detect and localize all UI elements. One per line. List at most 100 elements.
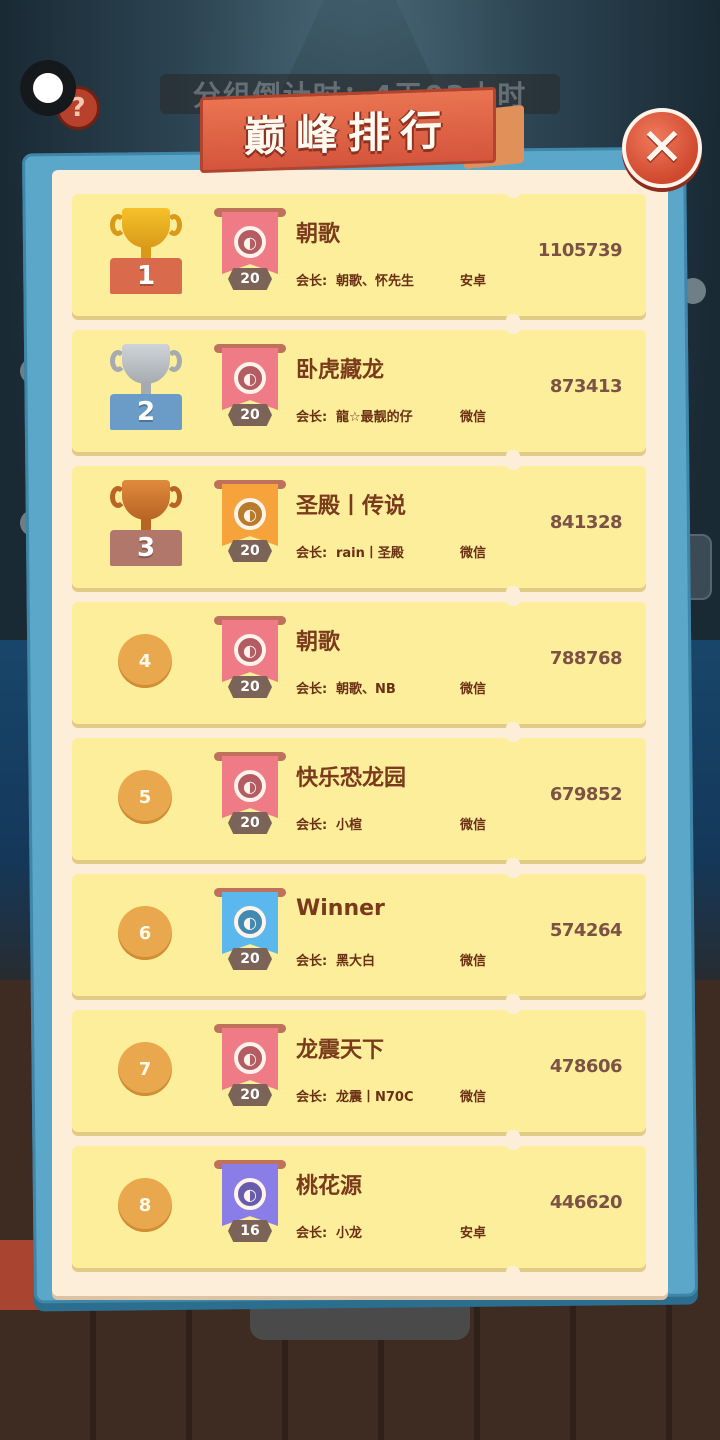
guild-banner-icon: ◐ 20 [214,208,286,300]
close-button[interactable]: ✕ [622,108,702,188]
title-ribbon: 巅峰排行 [200,86,524,174]
leader-name: 小龙 [336,1226,363,1241]
trophy-cup [122,344,170,384]
leader-name: 朝歌、NB [336,682,396,697]
trophy-icon: 1 [108,208,184,298]
platform-label: 微信 [460,818,487,833]
platform-label: 微信 [460,546,487,561]
guild-score: 841328 [549,512,623,533]
rank-number: 5 [118,770,172,824]
guild-score: 574264 [549,920,623,941]
ranking-row[interactable]: 4 ◐ 20 朝歌 会长: 朝歌、NB 微信 788768 [72,598,646,730]
moon-emblem-icon: ◐ [234,226,266,258]
platform-label: 微信 [460,410,487,425]
guild-level: 20 [228,948,272,970]
guild-name: Winner [296,896,385,921]
trophy-cup [122,208,170,248]
leader-name: 黑大白 [336,954,376,969]
row-notch [506,586,520,594]
guild-banner-icon: ◐ 20 [214,480,286,572]
guild-level: 20 [228,1084,272,1106]
guild-banner-icon: ◐ 20 [214,888,286,980]
ranking-row[interactable]: 7 ◐ 20 龙震天下 会长: 龙震丨N70C 微信 478606 [72,1006,646,1138]
row-notch [506,598,520,606]
ranking-row[interactable]: 5 ◐ 20 快乐恐龙园 会长: 小楦 微信 679852 [72,734,646,866]
row-notch [506,190,520,198]
moon-emblem-icon: ◐ [234,634,266,666]
background-bottom-button [250,1300,470,1340]
row-notch [506,722,520,730]
ranking-row[interactable]: 1 ◐ 20 朝歌 会长: 朝歌、怀先生 安卓 1105739 [72,190,646,322]
guild-name: 快乐恐龙园 [296,766,407,791]
page-title: 巅峰排行 [243,104,452,162]
guild-score: 478606 [549,1056,623,1077]
leader-label: 会长: [296,410,328,425]
guild-name: 卧虎藏龙 [296,358,385,383]
floating-toggle-button[interactable] [20,60,76,116]
moon-emblem-icon: ◐ [234,906,266,938]
row-notch [506,1142,520,1150]
leader-name: 朝歌、怀先生 [336,274,415,289]
moon-emblem-icon: ◐ [234,770,266,802]
rank-number: 6 [118,906,172,960]
leader-label: 会长: [296,274,328,289]
guild-level: 20 [228,812,272,834]
platform-label: 微信 [460,682,487,697]
trophy-cup [122,480,170,520]
guild-name: 朝歌 [296,222,341,247]
platform-label: 安卓 [460,1226,487,1241]
toggle-knob-icon [33,73,63,103]
guild-level: 20 [228,676,272,698]
leader-label: 会长: [296,546,328,561]
moon-emblem-icon: ◐ [234,1178,266,1210]
guild-score: 788768 [549,648,623,669]
leader-label: 会长: [296,1090,328,1105]
row-notch [506,450,520,458]
rank-number: 2 [110,394,182,430]
bird-emblem-icon: ◐ [234,362,266,394]
row-notch [506,858,520,866]
ranking-list[interactable]: 1 ◐ 20 朝歌 会长: 朝歌、怀先生 安卓 1105739 2 ◐ 20 卧… [72,190,646,1282]
rank-number: 1 [110,258,182,294]
leader-label: 会长: [296,954,328,969]
guild-name: 圣殿丨传说 [296,494,407,519]
platform-label: 微信 [460,954,487,969]
row-notch [506,870,520,878]
guild-banner-icon: ◐ 20 [214,344,286,436]
ranking-row[interactable]: 8 ◐ 16 桃花源 会长: 小龙 安卓 446620 [72,1142,646,1274]
platform-label: 微信 [460,1090,487,1105]
leader-name: 龍☆最靓的仔 [336,410,413,425]
rank-number: 3 [110,530,182,566]
guild-level: 20 [228,268,272,290]
guild-banner-icon: ◐ 20 [214,752,286,844]
leader-label: 会长: [296,682,328,697]
guild-level: 20 [228,404,272,426]
guild-banner-icon: ◐ 16 [214,1160,286,1252]
trophy-icon: 2 [108,344,184,434]
guild-name: 朝歌 [296,630,341,655]
ranking-row[interactable]: 3 ◐ 20 圣殿丨传说 会长: rain丨圣殿 微信 841328 [72,462,646,594]
guild-banner-icon: ◐ 20 [214,616,286,708]
guild-level: 16 [228,1220,272,1242]
ribbon-body: 巅峰排行 [200,86,496,174]
guild-level: 20 [228,540,272,562]
row-notch [506,1266,520,1274]
leader-label: 会长: [296,818,328,833]
row-notch [506,314,520,322]
rank-number: 4 [118,634,172,688]
guild-name: 桃花源 [296,1174,363,1199]
guild-score: 873413 [549,376,623,397]
guild-score: 1105739 [537,240,623,261]
leader-label: 会长: [296,1226,328,1241]
ranking-row[interactable]: 6 ◐ 20 Winner 会长: 黑大白 微信 574264 [72,870,646,1002]
leader-name: 龙震丨N70C [336,1090,414,1105]
guild-score: 679852 [549,784,623,805]
row-notch [506,1006,520,1014]
row-notch [506,1130,520,1138]
rank-number: 8 [118,1178,172,1232]
dragon-emblem-icon: ◐ [234,1042,266,1074]
ranking-row[interactable]: 2 ◐ 20 卧虎藏龙 会长: 龍☆最靓的仔 微信 873413 [72,326,646,458]
leader-name: rain丨圣殿 [336,546,404,561]
trophy-icon: 3 [108,480,184,570]
row-notch [506,734,520,742]
